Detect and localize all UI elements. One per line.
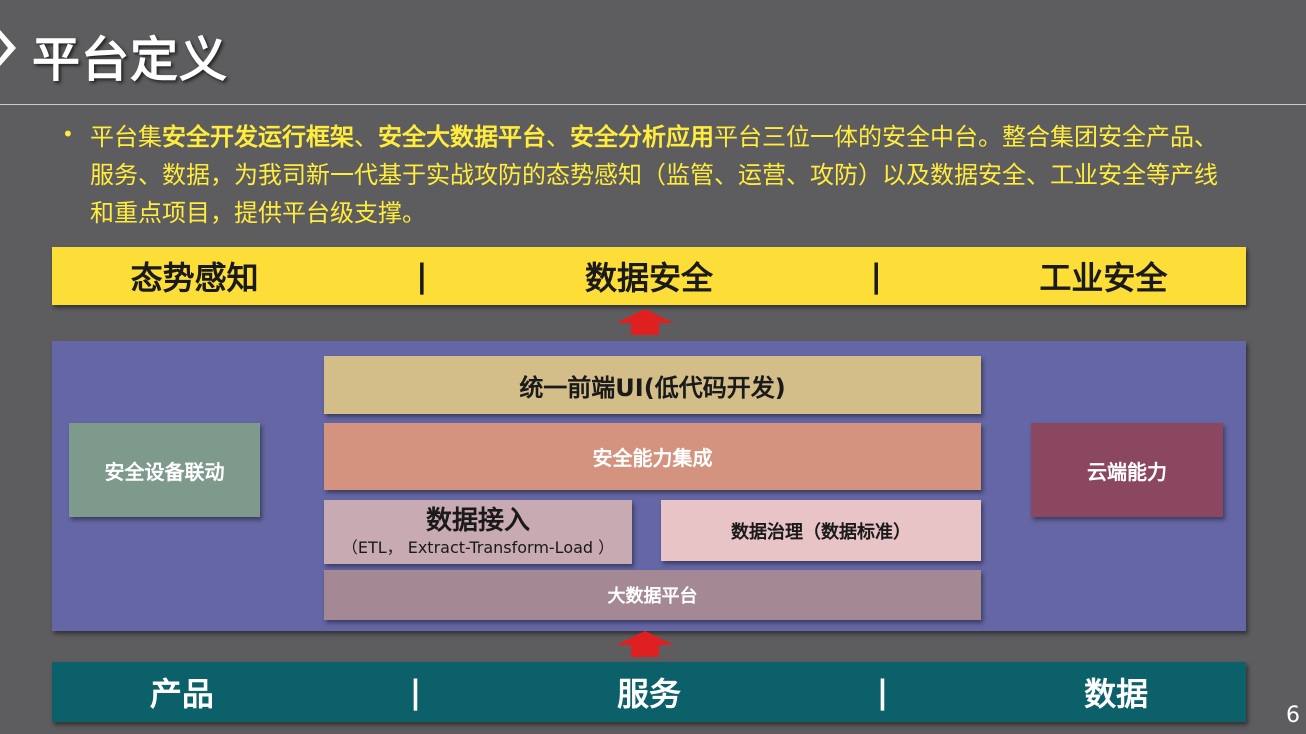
title-divider: [0, 104, 1306, 105]
data-governance-block: 数据治理（数据标准）: [661, 500, 981, 561]
big-data-platform-block: 大数据平台: [324, 570, 981, 620]
up-arrow-icon: [616, 309, 674, 335]
intro-emphasis-2: 安全大数据平台: [378, 123, 546, 151]
bottom-bar-separator: |: [409, 673, 422, 711]
bottom-bar-item-product: 产品: [149, 675, 214, 713]
intro-emphasis-3: 安全分析应用: [570, 123, 714, 151]
top-bar-item-situation: 态势感知: [130, 259, 259, 297]
top-bar-item-industrial-security: 工业安全: [1039, 259, 1168, 297]
intro-sep-2: 、: [546, 123, 570, 151]
data-ingest-title: 数据接入: [425, 506, 530, 536]
data-ingest-block: 数据接入 （ETL， Extract-Transform-Load ）: [324, 500, 632, 564]
intro-sep-1: 、: [354, 123, 378, 151]
intro-text-1: 平台集: [90, 123, 162, 151]
bullet-icon: •: [62, 122, 74, 146]
up-arrow-icon: [616, 631, 674, 657]
top-bar: 态势感知 | 数据安全 | 工业安全: [52, 247, 1246, 305]
frontend-ui-block: 统一前端UI(低代码开发): [324, 356, 981, 414]
bottom-bar-separator: |: [876, 673, 889, 711]
title-chevron-inner: [0, 38, 8, 58]
top-bar-separator: |: [415, 257, 428, 295]
intro-emphasis-1: 安全开发运行框架: [162, 123, 354, 151]
page-title: 平台定义: [32, 32, 229, 88]
intro-paragraph: 平台集安全开发运行框架、安全大数据平台、安全分析应用平台三位一体的安全中台。整合…: [90, 118, 1240, 232]
bottom-bar: 产品 | 服务 | 数据: [52, 662, 1246, 722]
data-ingest-subtitle: （ETL， Extract-Transform-Load ）: [341, 538, 615, 557]
bottom-bar-item-data: 数据: [1084, 675, 1149, 713]
top-bar-item-data-security: 数据安全: [584, 259, 713, 297]
page-number: 6: [1286, 703, 1300, 728]
cloud-capability-block: 云端能力: [1031, 423, 1223, 517]
security-device-linkage-block: 安全设备联动: [69, 423, 260, 517]
top-bar-separator: |: [870, 257, 882, 295]
bottom-bar-item-service: 服务: [616, 675, 681, 713]
capability-integration-block: 安全能力集成: [324, 423, 981, 490]
